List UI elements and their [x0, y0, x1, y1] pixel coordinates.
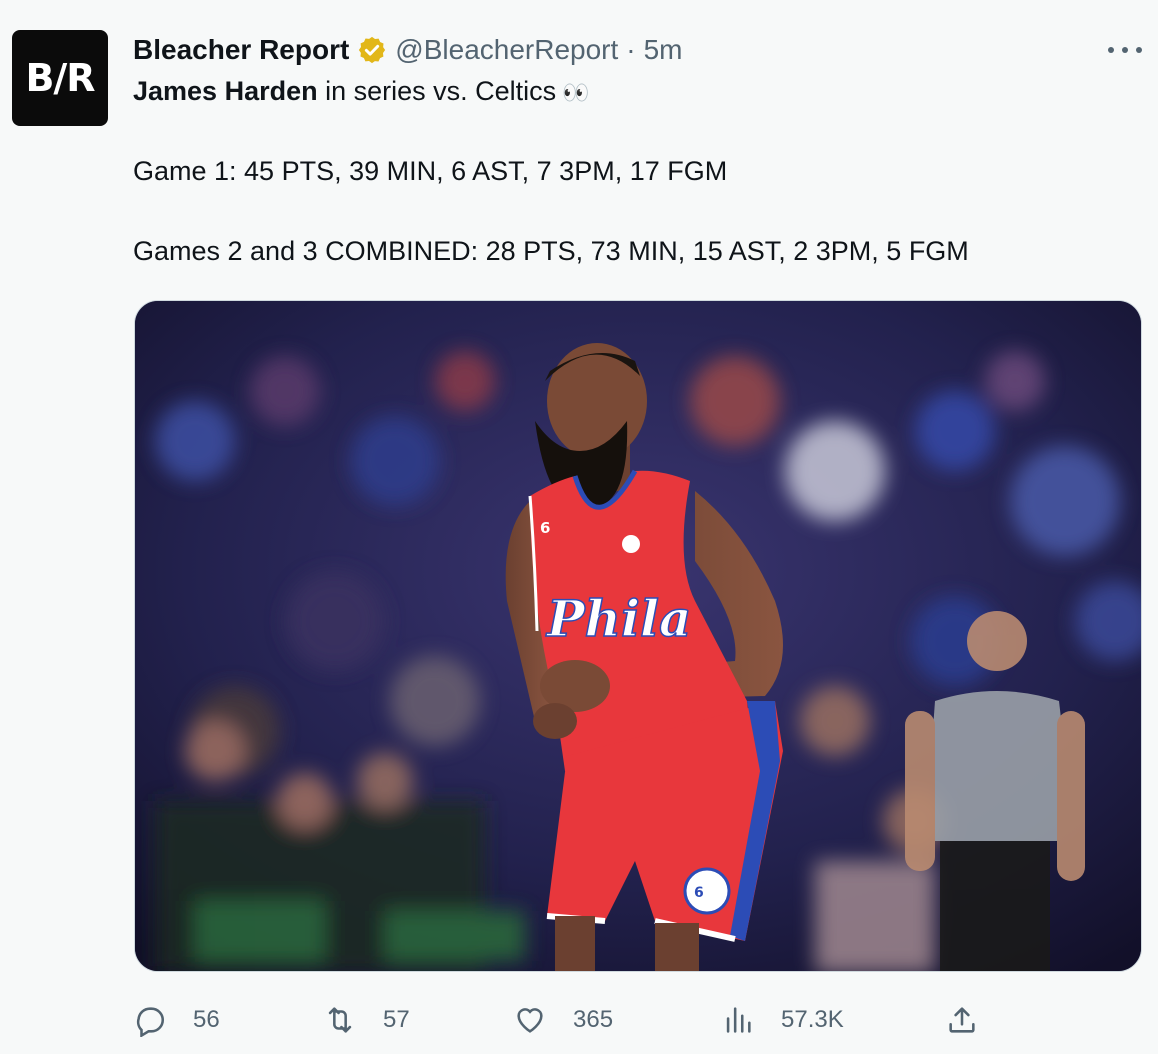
tweet-actions: 56 57 365 57.3K	[133, 998, 1143, 1042]
like-button[interactable]: 365	[513, 998, 613, 1042]
mention-player: James Harden	[133, 76, 318, 106]
share-icon	[949, 1007, 975, 1033]
shorts-logo: 6	[694, 885, 704, 901]
avatar-logo: B/R	[25, 56, 95, 100]
photo-basketball-player: Phila 6 6	[135, 301, 1141, 971]
retweet-button[interactable]: 57	[323, 998, 410, 1042]
jersey-text: Phila	[545, 589, 691, 648]
separator-dot: ·	[626, 34, 636, 65]
tweet-photo[interactable]: Phila 6 6	[134, 300, 1142, 972]
tweet-header: Bleacher Report @BleacherReport · 5m	[133, 30, 683, 70]
retweet-icon	[328, 1007, 352, 1033]
reply-count: 56	[193, 1006, 220, 1033]
author-name[interactable]: Bleacher Report	[133, 34, 349, 66]
author-handle[interactable]: @BleacherReport	[395, 34, 618, 66]
views-count: 57.3K	[781, 1006, 844, 1033]
views-icon	[726, 1007, 751, 1033]
tweet-text-line-2: Game 1: 45 PTS, 39 MIN, 6 AST, 7 3PM, 17…	[133, 156, 728, 186]
jersey-number: 6	[540, 519, 550, 537]
views-button[interactable]: 57.3K	[721, 998, 844, 1042]
avatar[interactable]: B/R	[12, 30, 108, 126]
tweet-text-line-3: Games 2 and 3 COMBINED: 28 PTS, 73 MIN, …	[133, 236, 969, 266]
tweet-time[interactable]: 5m	[644, 34, 683, 66]
more-icon[interactable]	[1108, 38, 1142, 62]
heart-icon	[517, 1008, 543, 1033]
tweet-text-line-1: James Harden in series vs. Celtics 👀	[133, 76, 592, 107]
share-button[interactable]	[945, 998, 979, 1042]
reply-button[interactable]: 56	[133, 998, 220, 1042]
like-count: 365	[573, 1006, 614, 1033]
reply-icon	[136, 1007, 164, 1037]
retweet-count: 57	[383, 1006, 410, 1033]
eyes-emoji: 👀	[562, 80, 592, 105]
tweet-text-rest: in series vs. Celtics	[317, 76, 557, 106]
verified-badge-icon	[359, 36, 386, 64]
tweet: B/R Bleacher Report @BleacherReport · 5m…	[0, 0, 1158, 1054]
